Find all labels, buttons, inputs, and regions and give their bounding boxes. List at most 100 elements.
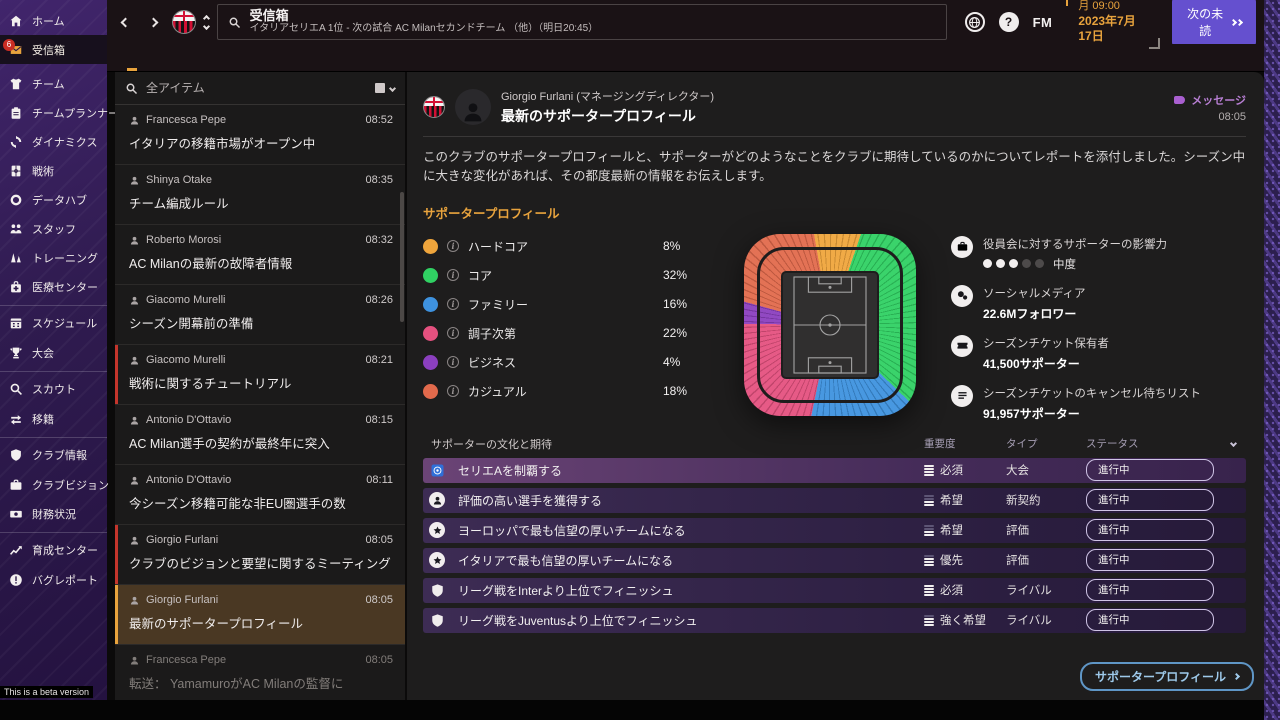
importance-bars-icon: [924, 465, 934, 476]
info-icon[interactable]: i: [447, 240, 459, 252]
expectation-row[interactable]: ヨーロッパで最も信望の厚いチームになる 希望 評価 進行中: [423, 518, 1246, 543]
case-icon: [8, 478, 24, 492]
app-window: ホーム 6 受信箱 チーム チームプランナー ダイナミクス 戦術 データハブ: [0, 0, 1264, 700]
sidebar-item[interactable]: トレーニング: [0, 243, 107, 272]
disc-icon: [8, 193, 24, 207]
world-icon[interactable]: [965, 12, 985, 32]
sidebar-item[interactable]: スカウト: [0, 371, 107, 404]
sidebar-item-label: バグレポート: [32, 572, 98, 588]
inbox-message-item[interactable]: Francesca Pepe 08:05 転送： YamamuroがAC Mil…: [115, 645, 405, 700]
sidebar-item-label: クラブ情報: [32, 447, 87, 463]
expectation-row[interactable]: 評価の高い選手を獲得する 希望 新契約 進行中: [423, 488, 1246, 513]
sidebar-item[interactable]: 6 受信箱: [0, 35, 107, 64]
tab[interactable]: [119, 59, 145, 71]
unread-indicator: [115, 525, 118, 584]
legend-label: ファミリー: [468, 296, 654, 313]
type-cell: ライバル: [1006, 582, 1086, 598]
expectation-row[interactable]: イタリアで最も信望の厚いチームになる 優先 評価 進行中: [423, 548, 1246, 573]
sender-name: Antonio D'Ottavio: [146, 414, 359, 426]
ac-milan-crest[interactable]: [172, 10, 196, 34]
view-filter-button[interactable]: [375, 83, 395, 93]
expectation-row[interactable]: リーグ戦をInterより上位でフィニッシュ 必須 ライバル 進行中: [423, 578, 1246, 603]
inbox-message-item[interactable]: Giorgio Furlani 08:05 クラブのビジョンと要望に関するミーテ…: [115, 525, 405, 585]
inbox-search-input[interactable]: [146, 81, 367, 95]
column-importance[interactable]: 重要度: [924, 436, 1006, 451]
inbox-message-item[interactable]: Francesca Pepe 08:52 イタリアの移籍市場がオープン中: [115, 105, 405, 165]
sidebar-item[interactable]: ダイナミクス: [0, 127, 107, 156]
mail-icon: 6: [8, 43, 24, 57]
influence-dot: [983, 259, 992, 268]
tab[interactable]: [179, 59, 205, 71]
next-unread-button[interactable]: 次の未読: [1172, 0, 1256, 48]
column-status[interactable]: ステータス: [1086, 436, 1236, 451]
sidebar-item[interactable]: 財務状況: [0, 499, 107, 528]
sidebar-item[interactable]: 移籍: [0, 404, 107, 433]
tab[interactable]: [239, 59, 265, 71]
legend-row: i ファミリー 16%: [423, 290, 708, 319]
person-icon: [129, 175, 140, 186]
unread-indicator: [115, 225, 118, 284]
stat-value: 41,500サポーター: [983, 355, 1109, 372]
sidebar-item[interactable]: クラブ情報: [0, 437, 107, 470]
expectation-row[interactable]: リーグ戦をJuventusより上位でフィニッシュ 強く希望 ライバル 進行中: [423, 608, 1246, 633]
help-icon[interactable]: ?: [999, 12, 1019, 32]
inbox-message-item[interactable]: Shinya Otake 08:35 チーム編成ルール: [115, 165, 405, 225]
sidebar-item[interactable]: チーム: [0, 69, 107, 98]
message-time: 08:05: [365, 594, 393, 606]
sidebar-item[interactable]: 戦術: [0, 156, 107, 185]
info-icon[interactable]: i: [447, 298, 459, 310]
sidebar-item-label: 移籍: [32, 411, 54, 427]
inbox-message-item[interactable]: Antonio D'Ottavio 08:11 今シーズン移籍可能な非EU圏選手…: [115, 465, 405, 525]
expectation-row[interactable]: セリエAを制覇する 必須 大会 進行中: [423, 458, 1246, 483]
tab[interactable]: [269, 59, 295, 71]
sidebar-item[interactable]: 育成センター: [0, 532, 107, 565]
sidebar-item-label: スケジュール: [32, 315, 97, 331]
inbox-message-item[interactable]: Giorgio Furlani 08:05 最新のサポータープロフィール: [115, 585, 405, 645]
legend-label: ハードコア: [468, 238, 654, 255]
sidebar-item[interactable]: バグレポート: [0, 565, 107, 594]
inbox-message-item[interactable]: Roberto Morosi 08:32 AC Milanの最新の故障者情報: [115, 225, 405, 285]
person-icon: [129, 595, 140, 606]
inbox-search-row: [115, 72, 405, 105]
supporter-profile-button[interactable]: サポータープロフィール: [1080, 662, 1254, 691]
list-scrollbar[interactable]: [400, 192, 404, 322]
message-header: Giorgio Furlani (マネージングディレクター) 最新のサポータープ…: [423, 84, 1246, 137]
info-icon[interactable]: i: [447, 327, 459, 339]
sidebar-item[interactable]: クラブビジョン: [0, 470, 107, 499]
importance-bars-icon: [924, 615, 934, 626]
expectation-label: セリエAを制覇する: [453, 462, 924, 479]
sidebar-item-label: 大会: [32, 345, 54, 361]
legend-color-dot: [423, 239, 438, 254]
sidebar-item[interactable]: 医療センター: [0, 272, 107, 301]
back-button[interactable]: [115, 10, 135, 34]
sidebar-item[interactable]: 大会: [0, 338, 107, 367]
sidebar-item[interactable]: ホーム: [0, 6, 107, 35]
message-time: 08:05: [1174, 111, 1246, 123]
info-icon[interactable]: i: [447, 385, 459, 397]
info-icon[interactable]: i: [447, 356, 459, 368]
info-icon[interactable]: i: [447, 269, 459, 281]
inbox-message-item[interactable]: Giacomo Murelli 08:21 戦術に関するチュートリアル: [115, 345, 405, 405]
inbox-message-item[interactable]: Giacomo Murelli 08:26 シーズン開幕前の準備: [115, 285, 405, 345]
tactics-icon: [8, 164, 24, 178]
forward-button[interactable]: [143, 10, 163, 34]
club-switcher[interactable]: [204, 16, 209, 29]
sidebar-item[interactable]: チームプランナー: [0, 98, 107, 127]
sidebar-item[interactable]: スタッフ: [0, 214, 107, 243]
sidebar-item[interactable]: スケジュール: [0, 305, 107, 338]
transfer-icon: [8, 412, 24, 426]
sort-chevron-icon[interactable]: [1230, 440, 1237, 447]
culture-expectations-section: サポーターの文化と期待 重要度 タイプ ステータス セリエAを制覇する: [423, 436, 1246, 633]
screen-title-search[interactable]: 受信箱 イタリアセリエA 1位 - 次の試合 AC Milanセカンドチーム （…: [217, 4, 947, 40]
column-type[interactable]: タイプ: [1006, 436, 1086, 451]
tab[interactable]: [209, 59, 235, 71]
person-icon: [429, 492, 445, 508]
sidebar-item-label: 育成センター: [32, 542, 98, 558]
person-icon: [129, 475, 140, 486]
shirt-icon: [8, 77, 24, 91]
inbox-message-item[interactable]: Antonio D'Ottavio 08:15 AC Milan選手の契約が最終…: [115, 405, 405, 465]
legend-percentage: 4%: [663, 355, 708, 369]
tab[interactable]: [149, 59, 175, 71]
search-icon: [228, 16, 241, 29]
sidebar-item[interactable]: データハブ: [0, 185, 107, 214]
